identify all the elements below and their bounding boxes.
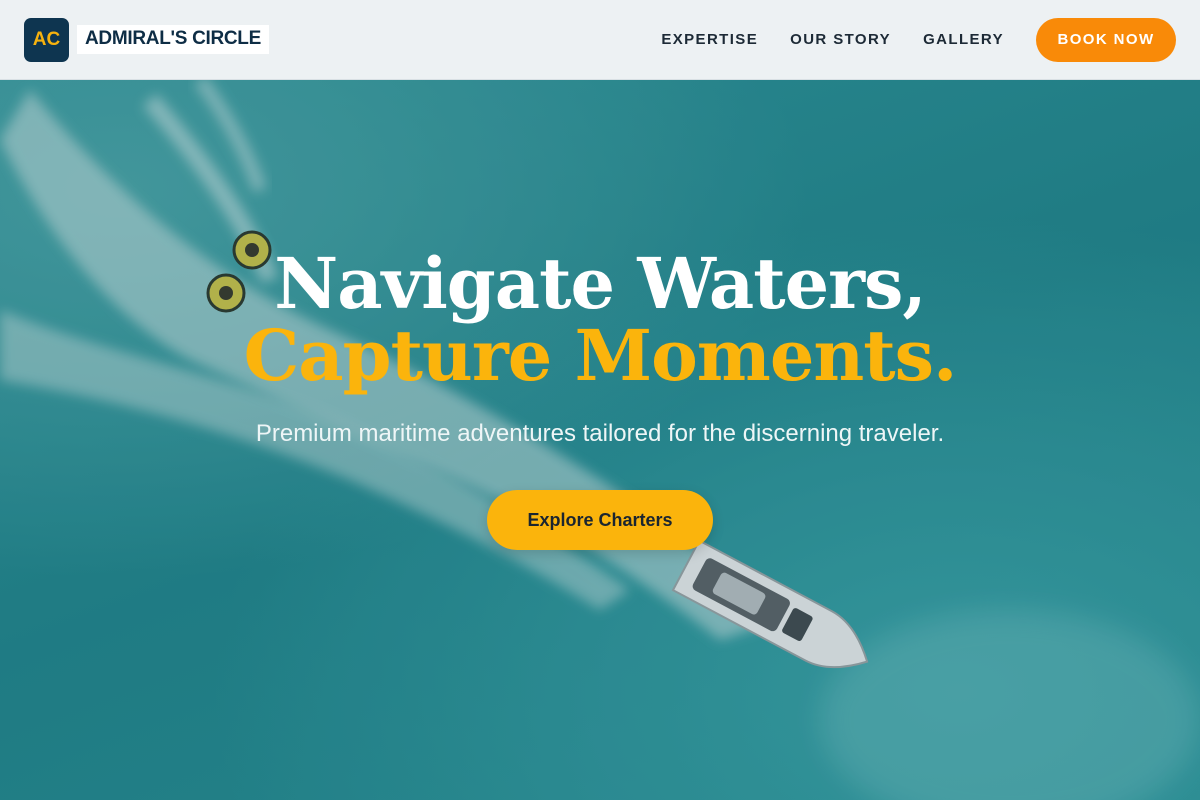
book-now-button[interactable]: BOOK NOW [1036,17,1176,62]
hero-content: Navigate Waters, Capture Moments. Premiu… [0,80,1200,800]
headline-line-2: Capture Moments. [243,314,958,397]
main-nav: EXPERTISE OUR STORY GALLERY BOOK NOW [629,17,1176,62]
hero-subtitle: Premium maritime adventures tailored for… [255,420,945,447]
nav-link-expertise[interactable]: EXPERTISE [661,31,758,48]
logo-badge[interactable]: AC [24,17,69,62]
hero-headline: Navigate Waters, Capture Moments. [0,248,1200,392]
brand-name[interactable]: ADMIRAL'S CIRCLE [77,25,269,54]
site-header: AC ADMIRAL'S CIRCLE EXPERTISE OUR STORY … [0,0,1200,80]
brand[interactable]: AC ADMIRAL'S CIRCLE [24,17,269,62]
hero-section: Navigate Waters, Capture Moments. Premiu… [0,80,1200,800]
nav-link-gallery[interactable]: GALLERY [923,31,1004,48]
nav-link-our-story[interactable]: OUR STORY [790,31,891,48]
explore-charters-button[interactable]: Explore Charters [487,490,713,550]
headline-line-1: Navigate Waters, [274,242,927,325]
